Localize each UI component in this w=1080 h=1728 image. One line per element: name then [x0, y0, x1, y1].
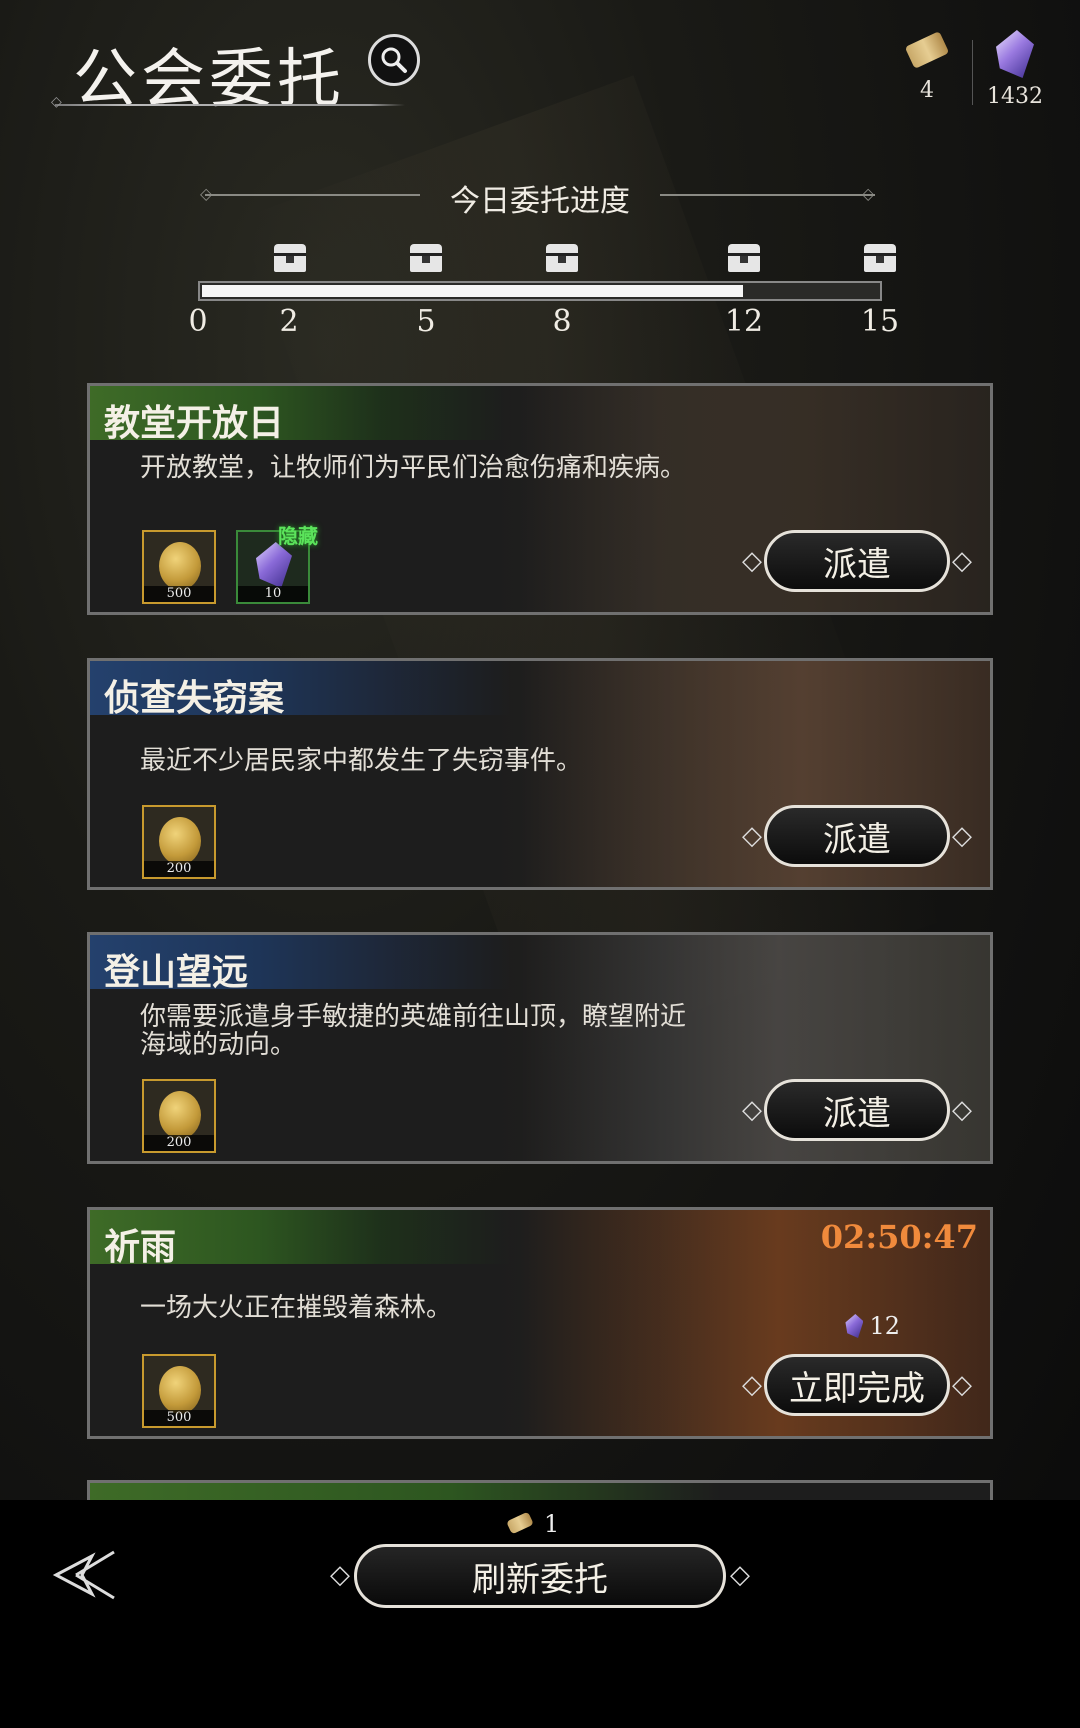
hidden-reward-tag: 隐藏 — [278, 524, 318, 548]
progress-bar — [198, 281, 882, 301]
back-arrow-icon — [52, 1550, 115, 1600]
reward-qty: 500 — [144, 1410, 214, 1426]
reward-gold[interactable]: 200 — [142, 1079, 216, 1153]
chest-icon[interactable] — [274, 244, 306, 272]
progress-tick: 5 — [416, 304, 436, 339]
title-underline — [51, 94, 405, 110]
commission-card-rain[interactable]: 祈雨 02:50:47 一场大火正在摧毁着森林。 500 12 ◇ 立即完成 ◇ — [87, 1207, 993, 1439]
ornament-right: ◇ — [952, 1370, 972, 1400]
card-header: 教堂开放日 — [90, 386, 510, 444]
instant-complete-label: 立即完成 — [764, 1354, 950, 1416]
refresh-cost: 1 — [506, 1510, 559, 1538]
dispatch-button[interactable]: ◇ 派遣 ◇ — [742, 530, 972, 596]
card-header: 登山望远 — [90, 935, 510, 993]
card-title: 祈雨 — [104, 1227, 177, 1268]
commission-card-mountain[interactable]: 登山望远 你需要派遣身手敏捷的英雄前往山顶，瞭望附近海域的动向。 200 ◇ 派… — [87, 932, 993, 1164]
progress-title: 今日委托进度 — [450, 184, 630, 219]
instant-complete-cost: 12 — [845, 1312, 900, 1340]
currency-crystal[interactable]: 1432 — [975, 30, 1055, 109]
chest-icon[interactable] — [410, 244, 442, 272]
chest-icon[interactable] — [546, 244, 578, 272]
back-button[interactable] — [52, 1548, 122, 1602]
ornament-left: ◇ — [742, 821, 762, 851]
card-description: 最近不少居民家中都发生了失窃事件。 — [140, 746, 583, 776]
commission-card-partial[interactable] — [87, 1480, 993, 1500]
progress-tick: 12 — [724, 304, 764, 339]
ornament-left: ◇ — [742, 1370, 762, 1400]
dispatch-label: 派遣 — [764, 1079, 950, 1141]
cost-value: 12 — [869, 1312, 900, 1340]
instant-complete-button[interactable]: ◇ 立即完成 ◇ — [742, 1354, 972, 1420]
reward-gold[interactable]: 200 — [142, 805, 216, 879]
card-description: 你需要派遣身手敏捷的英雄前往山顶，瞭望附近海域的动向。 — [140, 1002, 687, 1060]
countdown-timer: 02:50:47 — [820, 1218, 978, 1256]
reward-qty: 10 — [238, 586, 308, 602]
page-title: 公会委托 — [73, 43, 345, 117]
ornament-right: ◇ — [952, 821, 972, 851]
dispatch-label: 派遣 — [764, 530, 950, 592]
refresh-cost-value: 1 — [544, 1510, 560, 1538]
gold-coin-icon — [159, 1366, 201, 1414]
search-button[interactable] — [368, 34, 420, 86]
refresh-commissions-button[interactable]: ◇ 刷新委托 ◇ — [330, 1544, 750, 1610]
refresh-label: 刷新委托 — [354, 1544, 726, 1608]
ornament-left: ◇ — [330, 1560, 350, 1590]
ornament-left: ◇ — [742, 546, 762, 576]
reward-gold[interactable]: 500 — [142, 1354, 216, 1428]
ornament-right: ◇ — [862, 184, 875, 203]
gold-coin-icon — [159, 817, 201, 865]
header: 公会委托 — [51, 20, 410, 117]
currency-scroll-count: 4 — [920, 78, 934, 103]
ornament-right: ◇ — [952, 1095, 972, 1125]
card-title: 侦查失窃案 — [104, 678, 285, 719]
currency-scroll[interactable]: 4 — [887, 30, 967, 103]
dispatch-button[interactable]: ◇ 派遣 ◇ — [742, 805, 972, 871]
dispatch-label: 派遣 — [764, 805, 950, 867]
progress-title-line-right — [660, 194, 875, 196]
crystal-icon — [845, 1314, 864, 1338]
crystal-icon — [996, 30, 1034, 78]
reward-qty: 500 — [144, 586, 214, 602]
search-icon — [381, 47, 407, 73]
progress-tick: 0 — [188, 304, 208, 339]
commission-card-church[interactable]: 教堂开放日 开放教堂，让牧师们为平民们治愈伤痛和疾病。 500 10 隐藏 ◇ … — [87, 383, 993, 615]
chest-icon[interactable] — [728, 244, 760, 272]
reward-gold[interactable]: 500 — [142, 530, 216, 604]
ornament-right: ◇ — [730, 1560, 750, 1590]
currency-crystal-count: 1432 — [987, 84, 1043, 109]
card-title: 登山望远 — [104, 952, 249, 993]
ornament-left: ◇ — [742, 1095, 762, 1125]
reward-qty: 200 — [144, 1135, 214, 1151]
card-title: 教堂开放日 — [104, 403, 285, 444]
gold-coin-icon — [159, 542, 201, 590]
progress-tick: 2 — [279, 304, 299, 339]
currency-divider — [972, 40, 973, 105]
commission-card-theft[interactable]: 侦查失窃案 最近不少居民家中都发生了失窃事件。 200 ◇ 派遣 ◇ — [87, 658, 993, 890]
card-header: 祈雨 — [90, 1210, 510, 1268]
scroll-icon — [506, 1511, 534, 1537]
progress-bar-fill — [202, 285, 743, 297]
gold-coin-icon — [159, 1091, 201, 1139]
reward-qty: 200 — [144, 861, 214, 877]
card-header: 侦查失窃案 — [90, 661, 510, 719]
dispatch-button[interactable]: ◇ 派遣 ◇ — [742, 1079, 972, 1145]
card-description: 一场大火正在摧毁着森林。 — [140, 1293, 453, 1323]
scroll-icon — [904, 30, 950, 72]
progress-tick: 8 — [552, 304, 572, 339]
ornament-right: ◇ — [952, 546, 972, 576]
chest-icon[interactable] — [864, 244, 896, 272]
progress-tick: 15 — [860, 304, 900, 339]
card-description: 开放教堂，让牧师们为平民们治愈伤痛和疾病。 — [140, 453, 687, 483]
